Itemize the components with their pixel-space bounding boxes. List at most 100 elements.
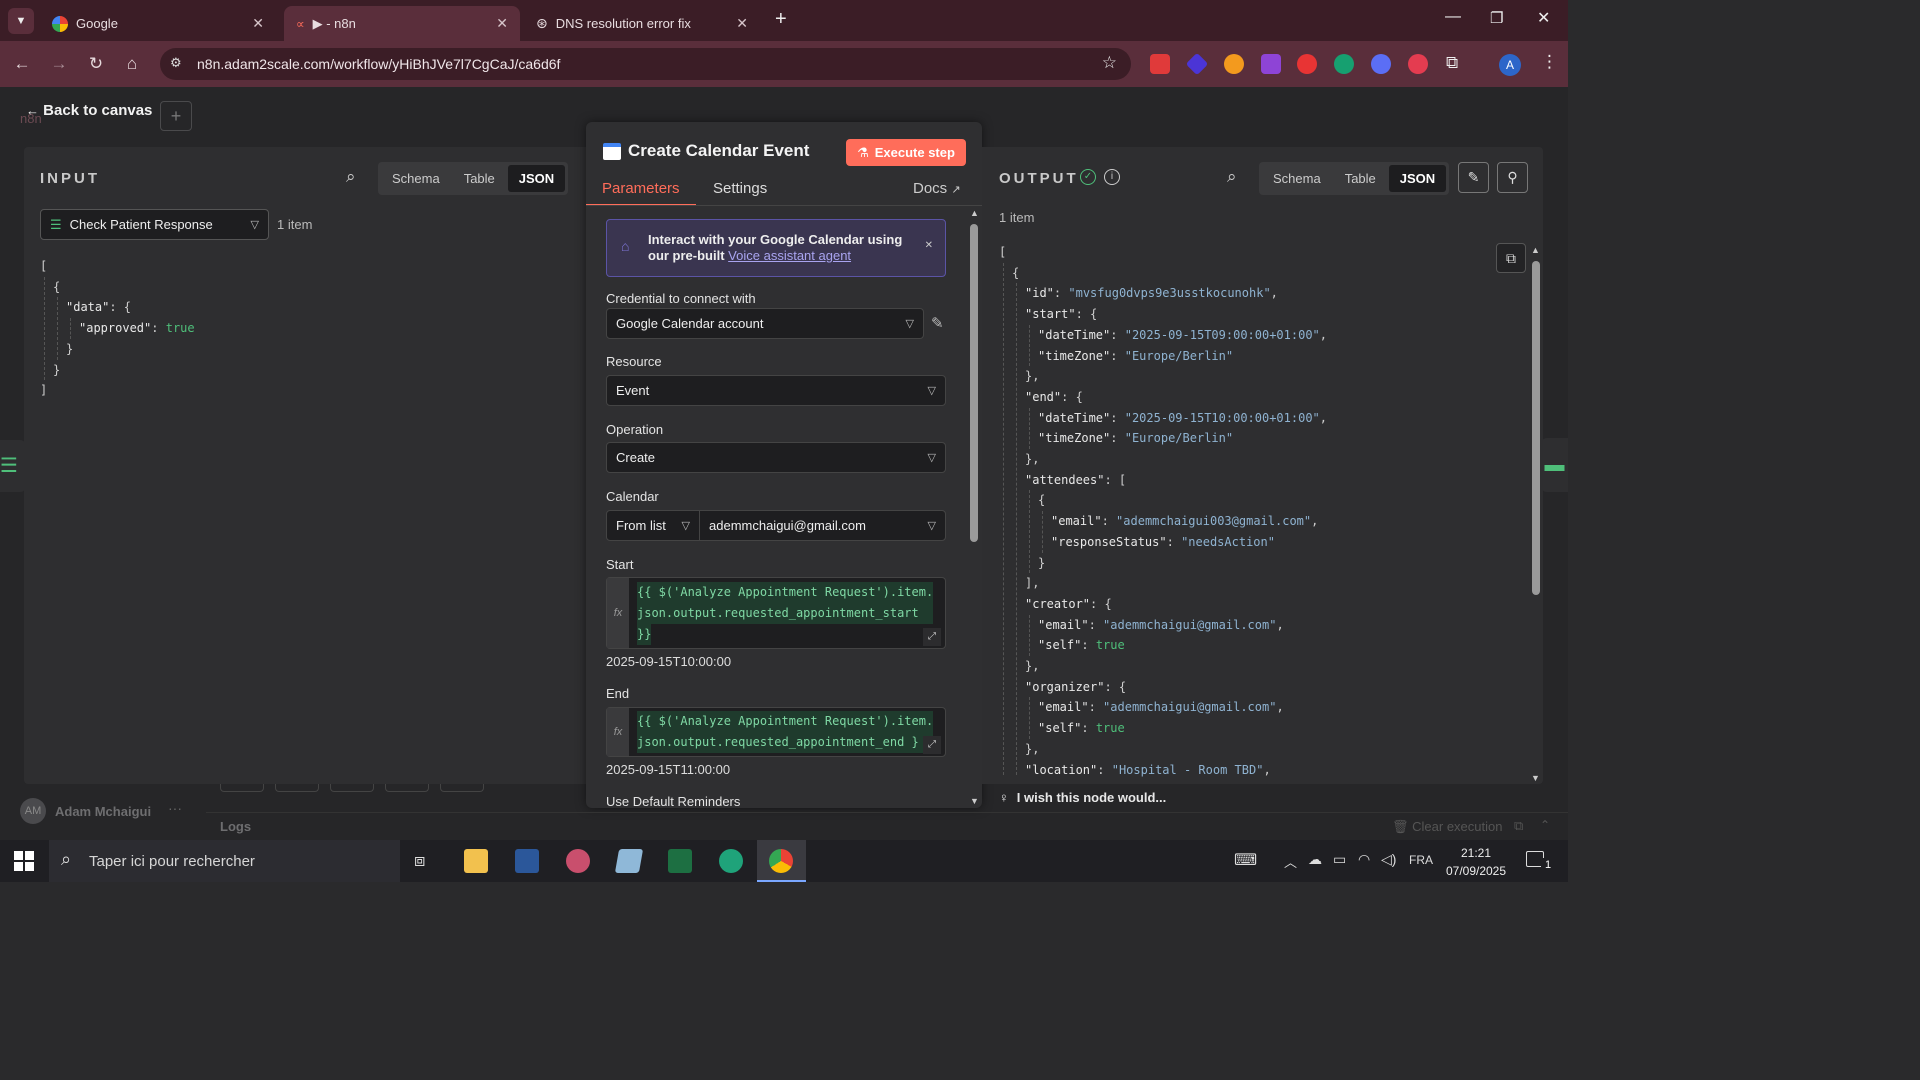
file-explorer-icon[interactable]: [464, 849, 488, 873]
edit-output-button[interactable]: ✎: [1458, 162, 1489, 193]
edit-credential-icon[interactable]: ✎: [931, 314, 944, 332]
windows-start-icon[interactable]: [14, 851, 34, 871]
app-icon-snipping[interactable]: [566, 849, 590, 873]
close-icon[interactable]: ✕: [925, 240, 933, 251]
new-tab-button[interactable]: +: [775, 8, 787, 31]
tab-settings[interactable]: Settings: [713, 180, 767, 197]
extensions-puzzle-icon[interactable]: ⧉: [1446, 53, 1458, 73]
zoom-in-button[interactable]: [275, 784, 319, 792]
excel-icon[interactable]: [668, 849, 692, 873]
task-view-icon[interactable]: ⧈: [414, 850, 425, 871]
browser-menu-icon[interactable]: ⋮: [1541, 52, 1558, 72]
expand-editor-icon[interactable]: ⤢: [923, 628, 941, 646]
view-schema-button[interactable]: Schema: [1262, 165, 1332, 192]
voice-assistant-link[interactable]: Voice assistant agent: [728, 248, 851, 263]
volume-icon[interactable]: ◁): [1381, 851, 1396, 868]
chrome-icon: [769, 849, 793, 873]
extension-icon-5[interactable]: [1297, 54, 1317, 74]
resource-select[interactable]: Event ▽: [606, 375, 946, 406]
credential-select[interactable]: Google Calendar account ▽: [606, 308, 924, 339]
close-icon[interactable]: ✕: [496, 15, 508, 32]
close-window-button[interactable]: ✕: [1537, 8, 1550, 28]
wifi-icon[interactable]: ◠: [1358, 851, 1370, 868]
operation-label: Operation: [606, 422, 664, 437]
tab-parameters[interactable]: Parameters: [602, 180, 680, 197]
zoom-to-fit-button[interactable]: [220, 784, 264, 792]
site-info-icon[interactable]: ⚙: [170, 55, 182, 71]
minimize-button[interactable]: —: [1445, 8, 1461, 26]
app-icon-notes[interactable]: [614, 849, 644, 873]
info-icon[interactable]: i: [1104, 169, 1120, 185]
extension-icon-3[interactable]: [1224, 54, 1244, 74]
taskbar-search[interactable]: ⌕ Taper ici pour rechercher: [49, 840, 400, 882]
fx-icon: fx: [607, 708, 629, 756]
taskbar-clock[interactable]: 21:21 07/09/2025: [1443, 844, 1509, 880]
left-edge-node-handle[interactable]: ☰: [0, 440, 26, 492]
profile-avatar[interactable]: A: [1499, 54, 1521, 76]
operation-select[interactable]: Create ▽: [606, 442, 946, 473]
chevron-down-icon: ▽: [681, 520, 690, 532]
user-avatar[interactable]: AM: [20, 798, 46, 824]
restore-button[interactable]: ❐: [1490, 9, 1503, 27]
tab-search-button[interactable]: ▼: [8, 8, 34, 34]
chevron-down-icon: ▽: [250, 219, 259, 231]
bookmark-star-icon[interactable]: ☆: [1102, 53, 1117, 73]
user-menu-icon[interactable]: ···: [168, 800, 182, 816]
tray-chevron-icon[interactable]: ︿: [1284, 852, 1297, 871]
node-title[interactable]: Create Calendar Event: [628, 141, 809, 161]
pin-data-button[interactable]: ⚲: [1497, 162, 1528, 193]
chevron-down-icon: ▽: [927, 520, 936, 532]
extension-icon-7[interactable]: [1371, 54, 1391, 74]
popout-icon[interactable]: ⧉: [1514, 818, 1523, 834]
calendar-mode-select[interactable]: From list ▽: [606, 510, 700, 541]
view-json-button[interactable]: JSON: [507, 165, 566, 192]
chrome-taskbar-button[interactable]: [757, 840, 806, 882]
address-bar[interactable]: ⚙ n8n.adam2scale.com/workflow/yHiBhJVe7l…: [160, 48, 1131, 80]
back-to-canvas-link[interactable]: ← Back to canvas: [26, 102, 152, 119]
right-edge-node-handle[interactable]: ▬: [1541, 438, 1568, 492]
browser-tab-dns[interactable]: ⊛ DNS resolution error fix ✕: [524, 6, 760, 41]
home-icon[interactable]: ⌂: [120, 52, 144, 76]
back-icon[interactable]: ←: [10, 52, 34, 76]
edge-icon[interactable]: [719, 849, 743, 873]
end-expression-field[interactable]: fx {{ $('Analyze Appointment Request').i…: [606, 707, 946, 757]
extension-icon-1[interactable]: [1150, 54, 1170, 74]
add-node-button[interactable]: +: [160, 101, 192, 131]
view-json-button[interactable]: JSON: [1388, 165, 1447, 192]
browser-tab-google[interactable]: Google ✕: [40, 6, 276, 41]
clear-execution-button[interactable]: 🗑 Clear execution: [1392, 819, 1502, 835]
input-node-select[interactable]: ☰ Check Patient Response ▽: [40, 209, 269, 240]
start-expression-field[interactable]: fx {{ $('Analyze Appointment Request').i…: [606, 577, 946, 649]
url-text: n8n.adam2scale.com/workflow/yHiBhJVe7l7C…: [197, 56, 561, 72]
scrollbar[interactable]: ▲ ▼: [968, 208, 980, 806]
view-schema-button[interactable]: Schema: [381, 165, 451, 192]
expand-editor-icon[interactable]: ⤢: [923, 736, 941, 754]
reload-icon[interactable]: ↻: [84, 52, 108, 76]
word-icon[interactable]: [515, 849, 539, 873]
search-icon[interactable]: ⌕: [346, 167, 356, 187]
forward-icon[interactable]: →: [47, 52, 71, 76]
input-language[interactable]: FRA: [1409, 853, 1433, 867]
browser-tab-n8n[interactable]: ∝ ▶ - n8n ✕: [284, 6, 520, 41]
extension-icon-8[interactable]: [1408, 54, 1428, 74]
onedrive-icon[interactable]: ☁: [1308, 851, 1322, 868]
battery-icon[interactable]: ▭: [1333, 851, 1346, 868]
calendar-select[interactable]: ademmchaigui@gmail.com ▽: [699, 510, 946, 541]
grammarly-icon[interactable]: [1334, 54, 1354, 74]
feedback-prompt[interactable]: ♀ I wish this node would...: [999, 790, 1166, 805]
docs-link[interactable]: Docs ↗: [913, 180, 961, 197]
search-icon[interactable]: ⌕: [1227, 167, 1237, 187]
extension-icon-4[interactable]: [1261, 54, 1281, 74]
tidy-up-button[interactable]: [440, 784, 484, 792]
close-icon[interactable]: ✕: [736, 15, 748, 32]
keyboard-icon[interactable]: ⌨: [1234, 850, 1257, 870]
view-table-button[interactable]: Table: [453, 165, 506, 192]
zoom-out-button[interactable]: [330, 784, 374, 792]
execute-step-button[interactable]: ⚗ Execute step: [846, 139, 966, 166]
logs-bar[interactable]: Logs 🗑 Clear execution ⧉ ⌃: [206, 812, 1568, 840]
close-icon[interactable]: ✕: [252, 15, 264, 32]
reset-zoom-button[interactable]: [385, 784, 429, 792]
output-scrollbar[interactable]: ▲ ▼: [1530, 245, 1542, 783]
chevron-up-icon[interactable]: ⌃: [1540, 818, 1550, 832]
view-table-button[interactable]: Table: [1334, 165, 1387, 192]
